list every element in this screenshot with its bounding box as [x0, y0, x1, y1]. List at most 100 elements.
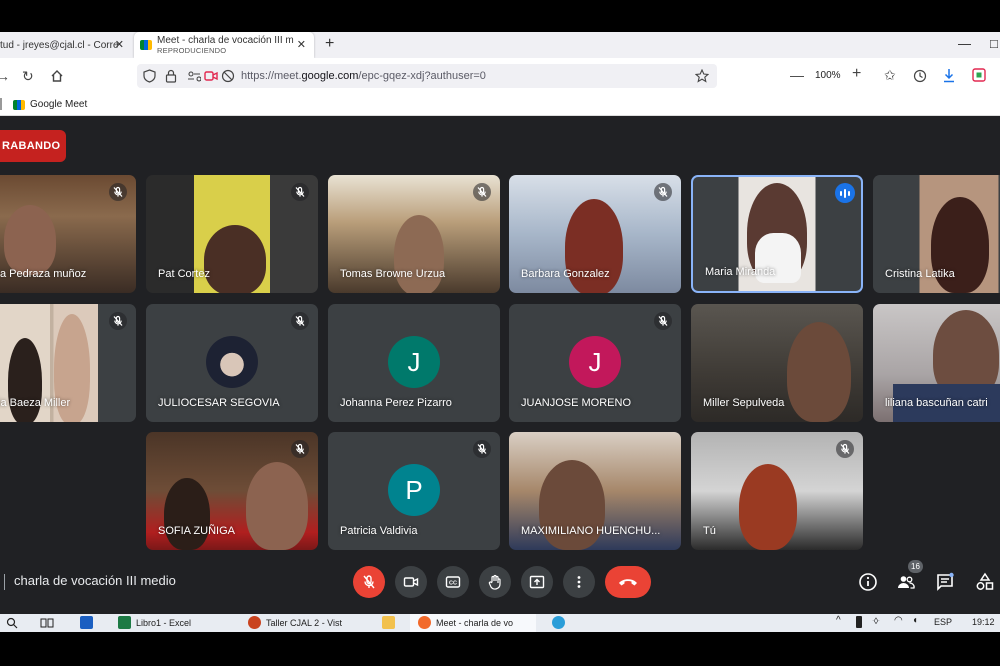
close-icon[interactable]: ✕ [297, 38, 306, 51]
language-indicator[interactable]: ESP [934, 617, 952, 627]
participant-tile[interactable]: Tomas Browne Urzua [328, 175, 500, 293]
pocket-icon[interactable] [972, 68, 986, 82]
participant-tile[interactable]: Miller Sepulveda [691, 304, 863, 422]
info-icon[interactable] [858, 572, 878, 592]
network-icon[interactable]: ꕻ [872, 616, 880, 627]
participant-name: Barbara Gonzalez [521, 268, 610, 280]
participant-tile[interactable]: JULIOCESAR SEGOVIA [146, 304, 318, 422]
taskbar-item-excel[interactable]: Libro1 - Excel [118, 616, 191, 629]
zoom-out-icon[interactable]: — [790, 67, 804, 83]
task-view-icon[interactable] [40, 617, 54, 629]
address-bar[interactable]: https://meet.google.com/epc-gqez-xdj?aut… [137, 64, 717, 88]
taskbar-item-label: Taller CJAL 2 - Vist [266, 617, 343, 628]
more-vert-icon [577, 576, 581, 588]
bookmark-google-meet[interactable]: Google Meet [13, 99, 87, 110]
participant-video [739, 464, 797, 550]
participant-tile-active-speaker[interactable]: Maria Miranda [691, 175, 863, 293]
tab-mail[interactable]: tud - jreyes@cjal.cl - Corre ✕ [0, 32, 130, 58]
participant-tile[interactable]: Cristina Latika [873, 175, 1000, 293]
chat-icon[interactable] [935, 572, 955, 592]
zoom-in-icon[interactable]: + [852, 66, 861, 82]
clock[interactable]: 19:12 [972, 617, 995, 627]
volume-icon[interactable]: ◖ [912, 615, 918, 626]
participant-tile[interactable]: a Pedraza muñoz [0, 175, 136, 293]
forward-icon[interactable]: → [0, 68, 10, 84]
shield-icon[interactable] [143, 69, 156, 83]
participant-name: MAXIMILIANO HUENCHU... [521, 525, 661, 537]
bookmarks-bar: Google Meet [0, 94, 1000, 116]
taskbar-item-powerpoint[interactable]: Taller CJAL 2 - Vist [248, 616, 342, 629]
close-icon[interactable]: ✕ [115, 38, 124, 51]
participant-name: Miller Sepulveda [703, 397, 785, 409]
participant-tile[interactable]: ia Baeza Miller [0, 304, 136, 422]
excel-icon [118, 616, 131, 629]
participant-tile[interactable]: J Johanna Perez Pizarro [328, 304, 500, 422]
taskbar-item-firefox[interactable]: Meet - charla de vo [418, 616, 513, 629]
participant-tile[interactable]: SOFIA ZUÑIGA [146, 432, 318, 550]
reload-icon[interactable]: ↻ [22, 68, 34, 84]
search-icon[interactable] [6, 617, 18, 629]
participant-name: Johanna Perez Pizarro [340, 397, 452, 409]
participant-tile[interactable]: MAXIMILIANO HUENCHU... [509, 432, 681, 550]
participant-name: Tú [703, 525, 716, 537]
url-text: https://meet.google.com/epc-gqez-xdj?aut… [241, 70, 486, 82]
wifi-icon[interactable]: ◠ [894, 615, 903, 626]
download-icon[interactable] [942, 68, 956, 83]
captions-button[interactable]: CC [437, 566, 469, 598]
mic-toggle-button[interactable] [353, 566, 385, 598]
extensions-icon[interactable]: ✩ [884, 67, 896, 83]
home-icon[interactable] [50, 69, 64, 83]
activities-icon[interactable] [975, 572, 995, 592]
mic-off-icon [109, 183, 127, 201]
tab-meet[interactable]: Meet - charla de vocación III m REPRODUC… [134, 32, 314, 58]
history-icon[interactable] [913, 69, 927, 83]
edge-icon[interactable] [552, 616, 565, 629]
initial-avatar: J [388, 336, 440, 388]
permissions-icon[interactable] [187, 70, 201, 82]
participant-tile[interactable]: P Patricia Valdivia [328, 432, 500, 550]
autoplay-blocked-icon[interactable] [221, 69, 235, 83]
initial-avatar: P [388, 464, 440, 516]
new-tab-icon[interactable]: + [325, 35, 334, 53]
hand-icon [488, 574, 501, 590]
recording-badge: RABANDO [0, 130, 66, 162]
more-options-button[interactable] [563, 566, 595, 598]
folder-icon[interactable] [382, 616, 395, 629]
raise-hand-button[interactable] [479, 566, 511, 598]
screen: tud - jreyes@cjal.cl - Corre ✕ Meet - ch… [0, 0, 1000, 666]
maximize-icon[interactable]: □ [990, 36, 998, 51]
participant-name: JUANJOSE MORENO [521, 397, 632, 409]
self-view-tile[interactable]: Tú [691, 432, 863, 550]
mic-off-icon [291, 183, 309, 201]
participant-tile[interactable]: liliana bascuñan catri [873, 304, 1000, 422]
participant-tile[interactable]: Barbara Gonzalez [509, 175, 681, 293]
leave-call-button[interactable] [605, 566, 651, 598]
participant-video [204, 225, 266, 293]
zoom-level[interactable]: 100% [815, 70, 841, 81]
people-icon[interactable] [896, 572, 916, 592]
minimize-icon[interactable]: — [958, 36, 971, 51]
participant-video [8, 338, 42, 422]
end-call-icon [619, 579, 637, 586]
url-host: google.com [301, 70, 359, 82]
meeting-title: charla de vocación III medio [14, 573, 176, 588]
participant-name: Pat Cortez [158, 268, 210, 280]
powerpoint-icon [248, 616, 261, 629]
url-path: /epc-gqez-xdj?authuser=0 [358, 70, 486, 82]
mic-off-icon [473, 183, 491, 201]
present-screen-button[interactable] [521, 566, 553, 598]
participant-tile[interactable]: Pat Cortez [146, 175, 318, 293]
participant-tile[interactable]: J JUANJOSE MORENO [509, 304, 681, 422]
word-icon[interactable] [80, 616, 93, 629]
lock-icon[interactable] [165, 69, 177, 83]
taskbar-item-label: Libro1 - Excel [136, 617, 192, 628]
participant-name: liliana bascuñan catri [885, 397, 988, 409]
camera-icon [403, 577, 419, 587]
mic-off-icon [291, 440, 309, 458]
bookmark-star-icon[interactable] [695, 69, 709, 83]
tray-chevron-icon[interactable]: ^ [836, 615, 841, 626]
camera-toggle-button[interactable] [395, 566, 427, 598]
battery-icon[interactable] [856, 616, 862, 628]
camera-active-icon[interactable] [204, 70, 218, 82]
mic-off-icon [109, 312, 127, 330]
